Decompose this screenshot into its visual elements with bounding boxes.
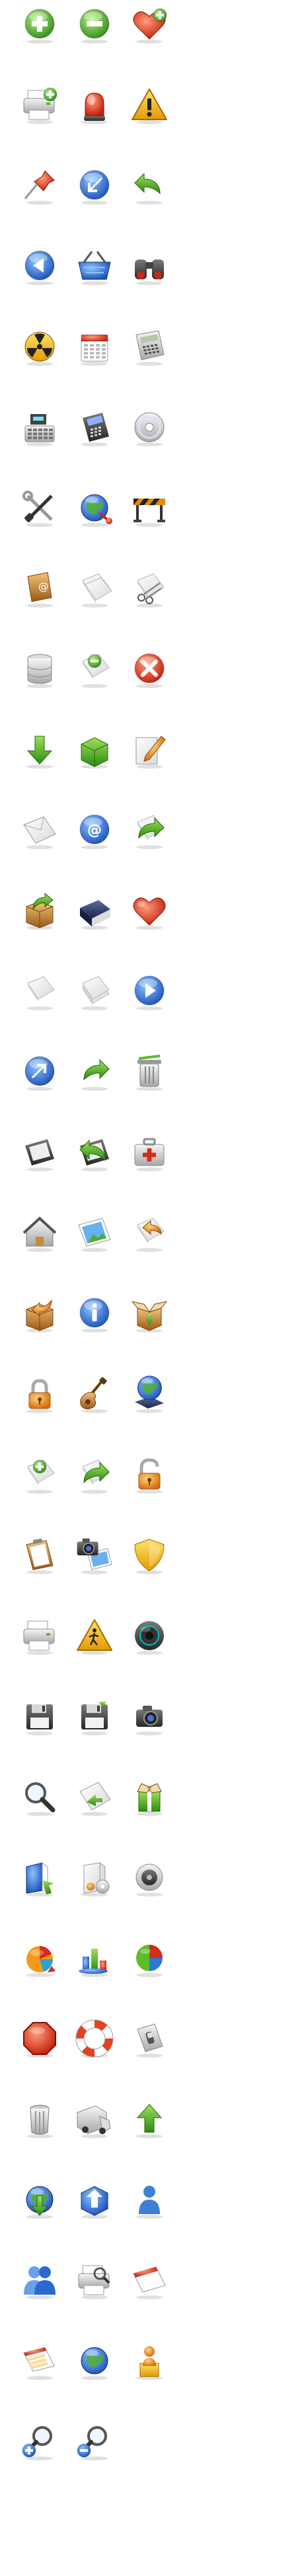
remove-icon[interactable] [73, 3, 116, 46]
users-icon[interactable] [19, 2259, 61, 2301]
address-book-icon[interactable]: @ [19, 567, 61, 609]
printer-icon[interactable] [19, 1615, 61, 1657]
icon-sheet: @ @ [0, 0, 304, 2576]
globe-icon[interactable] [73, 2340, 116, 2382]
globe-book-icon[interactable] [128, 1373, 171, 1415]
padlock-icon[interactable] [19, 1373, 61, 1415]
document-remove-icon[interactable] [73, 648, 116, 690]
cube-upload-icon[interactable] [73, 2178, 116, 2221]
svg-text:@: @ [37, 579, 50, 593]
pie-chart-color-icon[interactable] [128, 1937, 171, 1979]
software-box-cd-icon[interactable] [73, 1856, 116, 1898]
undo-arrow-icon[interactable] [128, 164, 171, 207]
calculator-icon[interactable] [128, 326, 171, 368]
user-icon[interactable] [128, 2178, 171, 2221]
box-import-icon[interactable] [19, 1292, 61, 1335]
arrow-up-icon[interactable] [128, 2098, 171, 2140]
info-icon[interactable] [73, 1292, 116, 1335]
box-export-icon[interactable] [19, 889, 61, 932]
package-open-icon[interactable] [128, 1292, 171, 1335]
gift-box-icon[interactable] [128, 1776, 171, 1818]
arrow-down-left-icon[interactable] [73, 164, 116, 207]
home-icon[interactable] [19, 1212, 61, 1254]
package-icon[interactable] [73, 728, 116, 771]
search-icon[interactable] [19, 1776, 61, 1818]
calendar-empty-icon[interactable] [128, 2259, 171, 2301]
shield-icon[interactable] [128, 1534, 171, 1576]
heart-icon[interactable] [128, 889, 171, 932]
favorite-add-icon[interactable] [128, 3, 171, 46]
calendar-icon[interactable] [73, 326, 116, 368]
trash-bin-icon[interactable] [19, 2098, 61, 2140]
trash-can-icon[interactable] [128, 1051, 171, 1093]
blank-document-icon[interactable] [19, 970, 61, 1012]
camera-photo-icon[interactable] [73, 1534, 116, 1576]
floppy-disk-icon[interactable] [19, 1695, 61, 1737]
book-icon[interactable] [73, 889, 116, 932]
binoculars-icon[interactable] [128, 245, 171, 287]
arrow-up-right-icon[interactable] [19, 1051, 61, 1093]
stop-sign-icon[interactable] [19, 2017, 61, 2060]
document-undo-icon[interactable] [128, 1212, 171, 1254]
zoom-in-icon[interactable] [19, 2420, 61, 2462]
speaker-icon[interactable] [128, 1615, 171, 1657]
radiation-icon[interactable] [19, 326, 61, 368]
warning-icon[interactable] [128, 84, 171, 126]
device-icon[interactable] [19, 1131, 61, 1173]
camera-icon[interactable] [128, 1695, 171, 1737]
shopping-basket-icon[interactable] [73, 245, 116, 287]
svg-text:@: @ [87, 822, 102, 839]
email-at-icon[interactable]: @ [73, 809, 116, 851]
document-redo-icon[interactable] [73, 1453, 116, 1496]
first-aid-kit-icon[interactable] [128, 1131, 171, 1173]
pie-chart-icon[interactable] [19, 1937, 61, 1979]
cash-register-icon[interactable] [19, 406, 61, 448]
email-icon[interactable] [19, 809, 61, 851]
back-icon[interactable] [19, 245, 61, 287]
forward-icon[interactable] [128, 970, 171, 1012]
alarm-light-icon[interactable] [73, 84, 116, 126]
delete-icon[interactable] [128, 648, 171, 690]
copy-icon[interactable] [73, 567, 116, 609]
zoom-out-icon[interactable] [73, 2420, 116, 2462]
user-builder-icon[interactable] [128, 2340, 171, 2382]
cd-icon[interactable] [128, 406, 171, 448]
construction-barrier-icon[interactable] [128, 487, 171, 529]
printer-scanner-icon[interactable] [73, 2259, 116, 2301]
printer-add-icon[interactable] [19, 84, 61, 126]
guitar-icon[interactable] [73, 1373, 116, 1415]
payment-terminal-icon[interactable] [73, 406, 116, 448]
globe-network-icon[interactable] [73, 487, 116, 529]
document-arrow-icon[interactable] [73, 1776, 116, 1818]
document-add-icon[interactable] [19, 1453, 61, 1496]
database-icon[interactable] [19, 648, 61, 690]
padlock-open-icon[interactable] [128, 1453, 171, 1496]
redo-arrow-icon[interactable] [73, 1051, 116, 1093]
add-icon[interactable] [19, 3, 61, 46]
download-icon[interactable] [19, 728, 61, 771]
device-return-icon[interactable] [73, 1131, 116, 1173]
clipboard-icon[interactable] [19, 1534, 61, 1576]
document-export-icon[interactable] [128, 809, 171, 851]
volume-icon[interactable] [128, 1856, 171, 1898]
truck-icon[interactable] [73, 2098, 116, 2140]
document-stack-icon[interactable] [73, 970, 116, 1012]
pedestrian-sign-icon[interactable] [73, 1615, 116, 1657]
thumbtack-icon[interactable] [19, 164, 61, 207]
globe-download-icon[interactable] [19, 2178, 61, 2221]
cut-icon[interactable] [128, 567, 171, 609]
tools-icon[interactable] [19, 487, 61, 529]
image-icon[interactable] [73, 1212, 116, 1254]
edit-icon[interactable] [128, 728, 171, 771]
switch-icon[interactable] [128, 2017, 171, 2060]
calendar-rows-icon[interactable] [19, 2340, 61, 2382]
chart-bars-icon[interactable] [73, 1937, 116, 1979]
software-box-download-icon[interactable] [19, 1856, 61, 1898]
floppy-disk-save-icon[interactable] [73, 1695, 116, 1737]
lifebuoy-icon[interactable] [73, 2017, 116, 2060]
